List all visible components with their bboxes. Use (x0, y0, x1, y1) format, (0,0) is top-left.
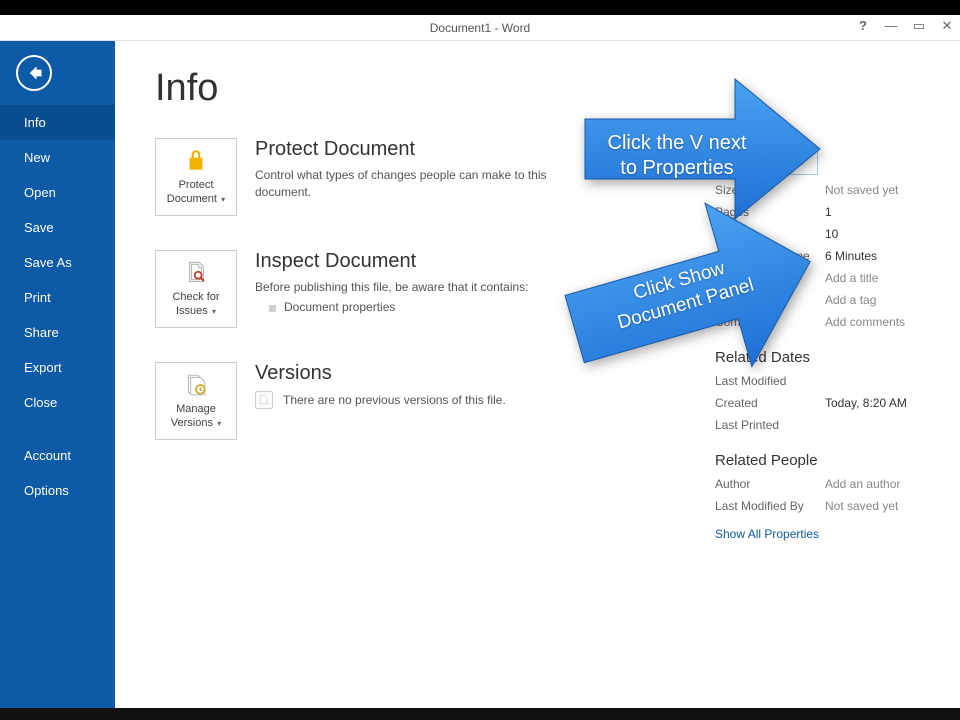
prop-modified-by: Not saved yet (825, 499, 898, 513)
sidebar-item-new[interactable]: New (0, 140, 115, 175)
prop-tags[interactable]: Add a tag (825, 293, 876, 307)
sidebar-item-print[interactable]: Print (0, 280, 115, 315)
prop-comments[interactable]: Add comments (825, 315, 905, 329)
sidebar-item-close[interactable]: Close (0, 385, 115, 420)
window-title: Document1 - Word (430, 21, 530, 35)
sidebar-item-info[interactable]: Info (0, 105, 115, 140)
prop-created: Today, 8:20 AM (825, 396, 907, 410)
protect-desc: Control what types of changes people can… (255, 167, 565, 202)
version-item-icon (255, 391, 273, 409)
close-icon[interactable]: ✕ (938, 18, 956, 34)
prop-author[interactable]: Add an author (825, 477, 900, 491)
chevron-down-icon: ▾ (219, 195, 225, 204)
lock-icon (182, 147, 210, 175)
sidebar-item-save[interactable]: Save (0, 210, 115, 245)
sidebar-item-account[interactable]: Account (0, 438, 115, 473)
versions-heading: Versions (255, 362, 506, 385)
minimize-icon[interactable]: — (882, 18, 900, 34)
title-bar: Document1 - Word ? — ▭ ✕ (0, 15, 960, 41)
chevron-down-icon: ▾ (210, 307, 216, 316)
related-people-heading: Related People (715, 452, 940, 469)
sidebar-item-saveas[interactable]: Save As (0, 245, 115, 280)
prop-pages: 1 (825, 205, 832, 219)
protect-heading: Protect Document (255, 138, 565, 161)
page-title: Info (155, 67, 960, 110)
sidebar-item-open[interactable]: Open (0, 175, 115, 210)
prop-words: 10 (825, 227, 838, 241)
backstage-sidebar: Info New Open Save Save As Print Share E… (0, 41, 115, 708)
prop-title[interactable]: Add a title (825, 271, 878, 285)
sidebar-item-options[interactable]: Options (0, 473, 115, 508)
taskbar[interactable] (0, 708, 960, 720)
backstage-main: Info ProtectDocument ▾ Protect Document … (115, 41, 960, 708)
chevron-down-icon: ▾ (215, 419, 221, 428)
back-button[interactable] (16, 55, 52, 91)
versions-icon (182, 371, 210, 399)
show-all-properties-link[interactable]: Show All Properties (715, 527, 819, 541)
prop-editing-time: 6 Minutes (825, 249, 877, 263)
sidebar-item-export[interactable]: Export (0, 350, 115, 385)
prop-size: Not saved yet (825, 183, 898, 197)
check-for-issues-button[interactable]: Check forIssues ▾ (155, 250, 237, 328)
inspect-icon (182, 259, 210, 287)
restore-icon[interactable]: ▭ (910, 18, 928, 34)
help-icon[interactable]: ? (854, 18, 872, 34)
inspect-heading: Inspect Document (255, 250, 529, 273)
manage-versions-button[interactable]: ManageVersions ▾ (155, 362, 237, 440)
inspect-desc: Before publishing this file, be aware th… (255, 279, 529, 296)
versions-desc: There are no previous versions of this f… (283, 393, 506, 407)
protect-document-button[interactable]: ProtectDocument ▾ (155, 138, 237, 216)
sidebar-item-share[interactable]: Share (0, 315, 115, 350)
inspect-bullet: Document properties (255, 300, 529, 314)
